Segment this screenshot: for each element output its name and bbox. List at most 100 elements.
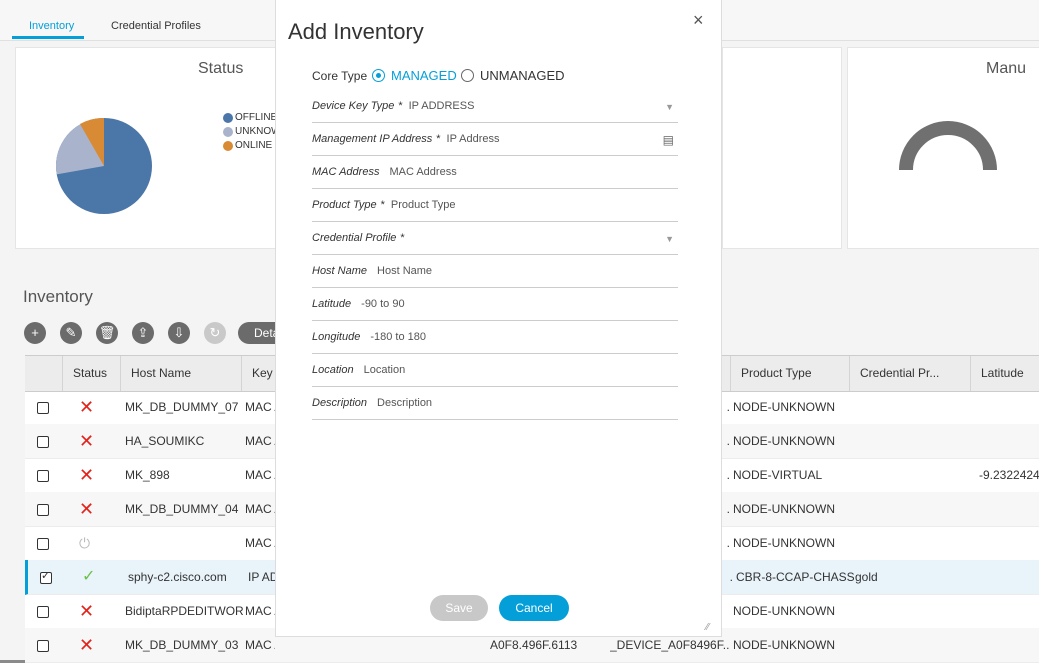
radio-unchecked-icon <box>461 69 474 82</box>
dropdown-caret-icon[interactable]: ▼ <box>665 234 674 244</box>
header-status[interactable]: Status <box>62 356 120 391</box>
online-status-icon: ✓ <box>82 568 96 585</box>
field-label: Host Name <box>312 265 368 277</box>
offline-status-icon: ✕ <box>79 635 95 655</box>
radio-managed-label: MANAGED <box>391 68 457 83</box>
header-latitude[interactable]: Latitude <box>970 356 1039 391</box>
cell-host-name: MK_898 <box>125 468 170 482</box>
header-product-type[interactable]: Product Type <box>730 356 849 391</box>
tab-credential-profiles[interactable]: Credential Profiles <box>111 20 201 32</box>
form-field[interactable]: Product Type * Product Type <box>312 199 678 222</box>
gauge-arc <box>899 121 997 171</box>
add-icon[interactable]: + <box>24 322 46 344</box>
cell-host-name: MK_DB_DUMMY_07 <box>125 400 239 414</box>
manufacturer-card-title: Manu <box>986 60 1027 77</box>
form-field[interactable]: Location Location <box>312 364 678 387</box>
edit-icon[interactable]: ✎ <box>60 322 82 344</box>
offline-status-icon: ✕ <box>79 465 95 485</box>
field-placeholder: -90 to 90 <box>361 298 405 310</box>
field-placeholder: Description <box>377 397 433 409</box>
export-icon[interactable]: ⇩ <box>168 322 190 344</box>
offline-status-icon: ✕ <box>79 499 95 519</box>
field-label: Product Type <box>312 199 377 211</box>
cell-key: MAC A <box>245 536 275 550</box>
field-label: Management IP Address <box>312 133 433 145</box>
form-field[interactable]: Credential Profile * ▼ <box>312 232 678 255</box>
radio-managed[interactable]: MANAGED <box>372 68 457 83</box>
cell-key: MAC A <box>245 502 275 516</box>
cell-host-name: HA_SOUMIKC <box>125 434 205 448</box>
cell-credential: gold <box>855 570 878 584</box>
cell-key: MAC A <box>245 400 275 414</box>
row-checkbox[interactable] <box>37 538 49 550</box>
radio-checked-icon <box>372 69 385 82</box>
required-marker: * <box>380 199 385 211</box>
field-placeholder: -180 to 180 <box>370 331 426 343</box>
dropdown-caret-icon[interactable]: ▼ <box>665 102 674 112</box>
required-marker: * <box>400 232 405 244</box>
field-label: Device Key Type <box>312 100 395 112</box>
header-host-name[interactable]: Host Name <box>120 356 241 391</box>
required-marker: * <box>436 133 441 145</box>
form-field[interactable]: MAC Address MAC Address <box>312 166 678 189</box>
row-checkbox[interactable] <box>37 470 49 482</box>
row-checkbox[interactable] <box>37 504 49 516</box>
cell-extra: . <box>726 400 730 414</box>
close-icon[interactable]: × <box>693 10 704 31</box>
cell-product-type: NODE-UNKNOWN <box>733 638 835 652</box>
radio-unmanaged-label: UNMANAGED <box>480 68 565 83</box>
add-inventory-dialog: Add Inventory × Core Type MANAGED UNMANA… <box>276 0 721 636</box>
row-checkbox[interactable] <box>37 402 49 414</box>
field-placeholder: MAC Address <box>389 166 457 178</box>
cell-extra: . <box>726 468 730 482</box>
form-field[interactable]: Host Name Host Name <box>312 265 678 288</box>
import-icon[interactable]: ⇪ <box>132 322 154 344</box>
address-card-icon[interactable]: ▤ <box>663 133 674 147</box>
cell-product-type: CBR-8-CCAP-CHASS <box>736 570 855 584</box>
cell-product-type: NODE-UNKNOWN <box>733 400 835 414</box>
power-status-icon: ⏻ <box>79 535 91 551</box>
field-placeholder: Host Name <box>377 265 433 277</box>
field-placeholder: IP Address <box>446 133 500 145</box>
legend-dot <box>223 112 233 123</box>
legend-label: ONLINE <box>235 140 273 151</box>
cell-extra: . <box>726 536 730 550</box>
tab-inventory[interactable]: Inventory <box>29 20 74 32</box>
manufacturer-gauge <box>899 121 997 171</box>
save-button[interactable]: Save <box>430 595 488 621</box>
form-field[interactable]: Longitude -180 to 180 <box>312 331 678 354</box>
radio-unmanaged[interactable]: UNMANAGED <box>461 68 565 83</box>
field-placeholder: Location <box>363 364 406 376</box>
cell-key: MAC A <box>245 468 275 482</box>
row-checkbox[interactable] <box>37 640 49 652</box>
header-credential-profile[interactable]: Credential Pr... <box>849 356 970 391</box>
core-type-label: Core Type <box>312 69 368 83</box>
form-field[interactable]: Description Description <box>312 397 678 420</box>
resize-grip-icon[interactable]: ⁄⁄ <box>706 622 709 633</box>
cell-product-type: NODE-UNKNOWN <box>733 604 835 618</box>
cell-host-name: sphy-c2.cisco.com <box>128 570 227 584</box>
cell-host-name: BidiptaRPDEDITWOR... <box>125 604 243 618</box>
legend-online: ONLINE <box>223 140 272 151</box>
header-select <box>25 356 62 391</box>
row-checkbox[interactable] <box>40 569 52 584</box>
form-field[interactable]: Latitude -90 to 90 <box>312 298 678 321</box>
delete-icon[interactable]: 🗑 <box>96 322 118 344</box>
legend-unknown: UNKNOW <box>223 126 281 137</box>
form-field[interactable]: Management IP Address * IP Address ▤ <box>312 133 678 156</box>
cell-product-type: NODE-VIRTUAL <box>733 468 823 482</box>
row-checkbox[interactable] <box>37 606 49 618</box>
active-tab-indicator <box>12 36 84 39</box>
cancel-button[interactable]: Cancel <box>499 595 569 621</box>
cell-extra: . <box>726 502 730 516</box>
required-marker: * <box>398 100 403 112</box>
offline-status-icon: ✕ <box>79 431 95 451</box>
refresh-icon[interactable]: ↻ <box>204 322 226 344</box>
form-field[interactable]: Device Key Type * IP ADDRESS ▼ <box>312 100 678 123</box>
row-checkbox[interactable] <box>37 436 49 448</box>
cell-key: MAC A <box>245 604 275 618</box>
field-label: MAC Address <box>312 166 380 178</box>
legend-offline: OFFLINE <box>223 112 277 123</box>
status-card: Status OFFLINE UNKNOW ONLINE <box>15 47 287 249</box>
cell-key: MAC A <box>245 434 275 448</box>
